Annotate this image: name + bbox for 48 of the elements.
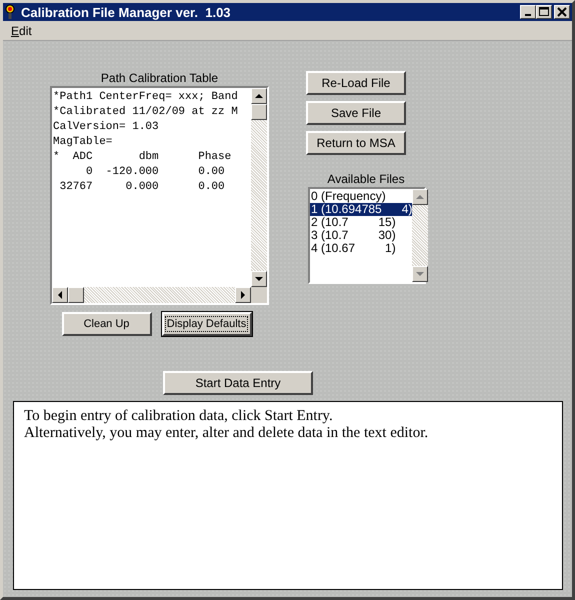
scroll-up-button[interactable]: [251, 88, 267, 104]
up-arrow-icon: [416, 195, 424, 199]
close-button[interactable]: [554, 5, 570, 19]
down-arrow-icon: [416, 272, 424, 276]
editor-line: MagTable=: [53, 135, 114, 150]
horizontal-scrollbar[interactable]: [52, 287, 251, 303]
down-arrow-icon: [255, 277, 263, 281]
scroll-left-button[interactable]: [52, 287, 68, 303]
editor-line: * ADC dbm Phase: [53, 150, 232, 165]
editor-line: 32767 0.000 0.00: [58, 180, 226, 195]
left-arrow-icon: [58, 291, 62, 299]
scroll-thumb[interactable]: [68, 287, 84, 303]
editor-line: CalVersion= 1.03: [53, 120, 160, 135]
scrollbar-corner: [251, 287, 267, 303]
file-list-item[interactable]: 1 (10.694785 4): [310, 203, 412, 216]
maximize-icon: [539, 7, 549, 17]
message-text: To begin entry of calibration data, click Start Entry.: [24, 408, 334, 425]
minimize-icon: [525, 14, 531, 16]
bulb-icon: [5, 4, 15, 20]
scroll-right-button[interactable]: [235, 287, 251, 303]
push-button[interactable]: Display Defaults: [162, 312, 252, 336]
text-editor[interactable]: *Path1 CenterFreq= xxx; Band *Calibrated 11/02/09 at zz M CalVersion= 1.03 MagTable= * ADC dbm Phase 0 -120.000 0.00 32767 0.000 0.00: [50, 86, 269, 305]
editor-line: *Calibrated 11/02/09 at zz M: [53, 105, 239, 120]
scroll-down-button[interactable]: [251, 271, 267, 287]
file-list-item[interactable]: 2 (10.7 15): [310, 216, 412, 229]
push-button[interactable]: Clean Up: [62, 312, 152, 336]
push-button[interactable]: Return to MSA: [306, 131, 406, 155]
minimize-button[interactable]: [520, 5, 536, 19]
file-list[interactable]: 0 (Frequency) 1 (10.694785 4) 2 (10.7 15) 3 (10.7 30) 4 (10.67 1): [308, 187, 426, 284]
file-list-item[interactable]: 3 (10.7 30): [310, 229, 412, 242]
editor-line: *Path1 CenterFreq= xxx; Band: [53, 90, 239, 105]
scroll-thumb[interactable]: [251, 104, 267, 120]
close-icon: [557, 7, 567, 17]
table-label: Path Calibration Table: [100, 71, 218, 86]
right-arrow-icon: [241, 291, 245, 299]
editor-line: 0 -120.000 0.00: [85, 165, 226, 180]
vertical-scrollbar[interactable]: [251, 88, 267, 287]
push-button[interactable]: Re-Load File: [306, 71, 406, 95]
up-arrow-icon: [255, 94, 263, 98]
window-title: Calibration File Manager ver. 1.03: [21, 4, 232, 20]
menu-item[interactable]: Edit: [9, 24, 34, 38]
list-label: Available Files: [326, 172, 406, 187]
message-text: Alternatively, you may enter, alter and delete data in the text editor.: [24, 425, 430, 442]
push-button[interactable]: Save File: [306, 101, 406, 125]
file-list-item[interactable]: 4 (10.67 1): [310, 242, 412, 255]
maximize-button[interactable]: [536, 5, 552, 19]
start-data-entry-button[interactable]: Start Data Entry: [163, 371, 313, 395]
file-list-item[interactable]: 0 (Frequency): [310, 190, 412, 203]
